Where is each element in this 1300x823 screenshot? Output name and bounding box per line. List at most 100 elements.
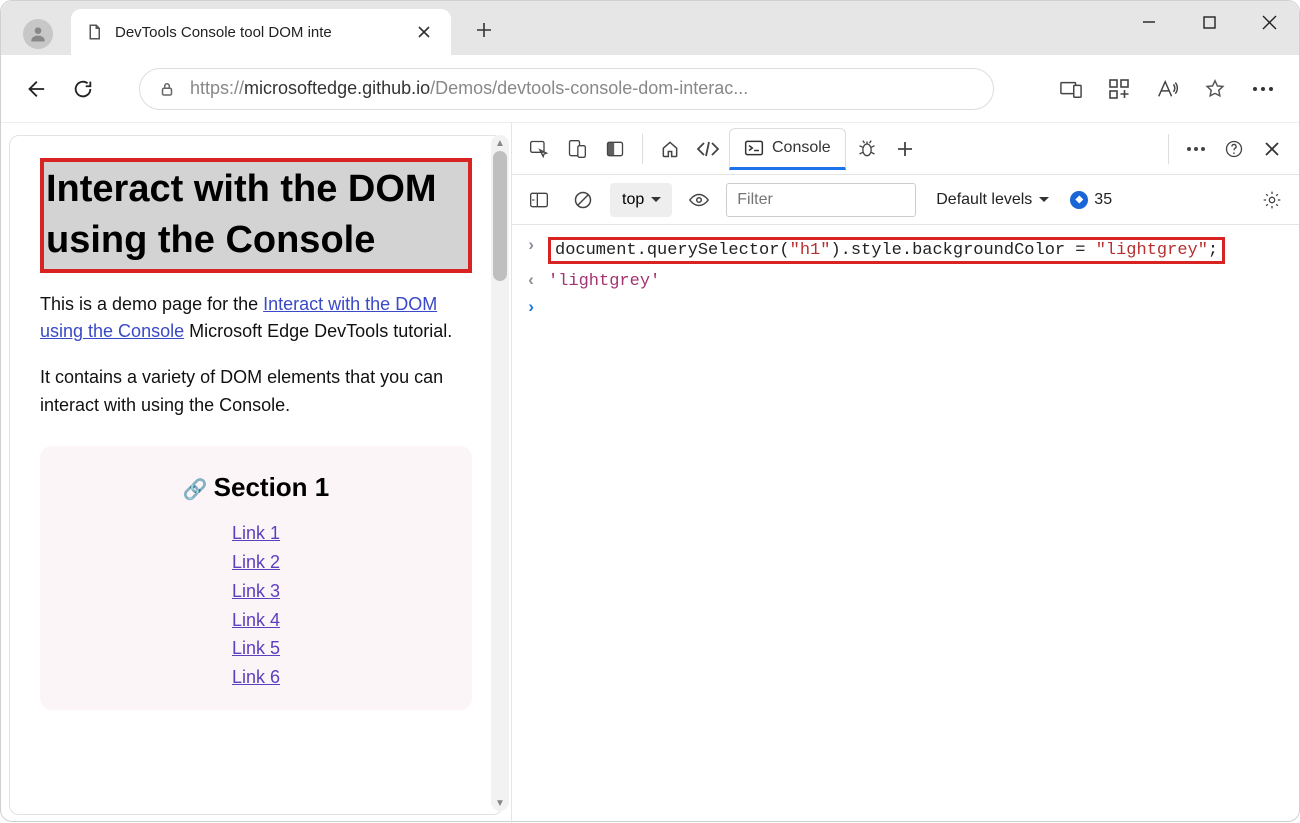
devtools-menu-button[interactable] (1179, 130, 1213, 168)
live-expression-button[interactable] (682, 181, 716, 219)
sidebar-icon (529, 191, 549, 209)
page-scrollbar[interactable]: ▲ ▼ (491, 135, 509, 811)
prompt-icon: › (526, 237, 540, 256)
refresh-icon (72, 78, 94, 100)
window-minimize-button[interactable] (1119, 1, 1179, 43)
tab-close-button[interactable] (411, 19, 437, 45)
tab-title: DevTools Console tool DOM inte (115, 24, 399, 41)
inspect-icon (529, 139, 549, 159)
star-icon (1204, 78, 1226, 100)
devices-icon (1060, 79, 1082, 99)
devices-button[interactable] (1049, 69, 1093, 109)
minimize-icon (1142, 15, 1156, 29)
url-field[interactable]: https://microsoftedge.github.io/Demos/de… (139, 68, 994, 110)
console-output[interactable]: › document.querySelector("h1").style.bac… (512, 225, 1299, 823)
browser-tab[interactable]: DevTools Console tool DOM inte (71, 9, 451, 55)
window-titlebar: DevTools Console tool DOM inte (1, 1, 1299, 55)
arrow-left-icon (24, 78, 46, 100)
section-link[interactable]: Link 4 (60, 606, 452, 635)
chevron-down-icon (650, 196, 662, 204)
devtools-close-button[interactable] (1255, 130, 1289, 168)
window-maximize-button[interactable] (1179, 1, 1239, 43)
read-aloud-button[interactable] (1145, 69, 1189, 109)
console-toolbar: top Default levels 35 (512, 175, 1299, 225)
console-result: 'lightgrey' (548, 272, 660, 291)
section-1: 🔗Section 1 Link 1 Link 2 Link 3 Link 4 L… (40, 446, 472, 710)
chevron-down-icon (1038, 196, 1050, 204)
section-title: 🔗Section 1 (60, 472, 452, 503)
home-icon (660, 139, 680, 159)
window-close-button[interactable] (1239, 1, 1299, 43)
console-prompt-row[interactable]: › (526, 295, 1285, 322)
address-bar: https://microsoftedge.github.io/Demos/de… (1, 55, 1299, 123)
plus-icon (476, 22, 492, 38)
console-tab-label: Console (772, 139, 831, 157)
dock-icon (605, 139, 625, 159)
scroll-down-icon: ▼ (491, 795, 509, 811)
collections-button[interactable] (1097, 69, 1141, 109)
device-icon (567, 139, 587, 159)
window-controls (1119, 1, 1299, 43)
clear-console-button[interactable] (566, 181, 600, 219)
issues-indicator[interactable]: 35 (1070, 191, 1112, 209)
section-link[interactable]: Link 3 (60, 577, 452, 606)
console-filter-input[interactable] (726, 183, 916, 217)
welcome-tab[interactable] (653, 130, 687, 168)
bug-icon (857, 139, 877, 159)
log-levels-selector[interactable]: Default levels (936, 191, 1050, 209)
close-icon (1264, 141, 1280, 157)
help-icon (1224, 139, 1244, 159)
more-tabs-button[interactable] (888, 130, 922, 168)
prompt-icon: › (526, 299, 540, 318)
devtools-tabbar: Console (512, 123, 1299, 175)
console-settings-button[interactable] (1255, 181, 1289, 219)
sources-tab[interactable] (850, 130, 884, 168)
demo-page: Interact with the DOM using the Console … (9, 135, 503, 815)
context-selector[interactable]: top (610, 183, 672, 217)
inspect-element-button[interactable] (522, 130, 556, 168)
new-tab-button[interactable] (469, 15, 499, 45)
devtools-panel: Console top Default levels (511, 123, 1299, 823)
section-link[interactable]: Link 6 (60, 663, 452, 692)
link-anchor-icon: 🔗 (183, 479, 208, 501)
toggle-sidebar-button[interactable] (522, 181, 556, 219)
maximize-icon (1203, 16, 1216, 29)
refresh-button[interactable] (63, 69, 103, 109)
scrollbar-thumb[interactable] (493, 151, 507, 281)
console-icon (744, 139, 764, 157)
section-link[interactable]: Link 1 (60, 519, 452, 548)
read-aloud-icon (1156, 79, 1178, 99)
page-heading: Interact with the DOM using the Console (40, 158, 472, 273)
grid-icon (1109, 79, 1129, 99)
console-input-row: › document.querySelector("h1").style.bac… (526, 233, 1285, 268)
console-tab[interactable]: Console (729, 128, 846, 170)
console-result-row: ‹ 'lightgrey' (526, 268, 1285, 295)
user-icon (28, 24, 48, 44)
section-link[interactable]: Link 2 (60, 548, 452, 577)
page-viewport: Interact with the DOM using the Console … (1, 123, 511, 823)
dock-side-button[interactable] (598, 130, 632, 168)
back-button[interactable] (15, 69, 55, 109)
issue-badge-icon (1070, 191, 1088, 209)
devtools-help-button[interactable] (1217, 130, 1251, 168)
ellipsis-icon (1252, 86, 1274, 92)
console-input-highlight: document.querySelector("h1").style.backg… (548, 237, 1225, 264)
scroll-up-icon: ▲ (491, 135, 509, 151)
profile-avatar[interactable] (23, 19, 53, 49)
elements-tab[interactable] (691, 130, 725, 168)
url-text: https://microsoftedge.github.io/Demos/de… (190, 78, 975, 99)
ellipsis-icon (1186, 146, 1206, 152)
eye-icon (688, 192, 710, 208)
section-link[interactable]: Link 5 (60, 634, 452, 663)
result-icon: ‹ (526, 272, 540, 291)
code-icon (696, 140, 720, 158)
lock-icon (158, 80, 176, 98)
gear-icon (1262, 190, 1282, 210)
issues-count: 35 (1094, 191, 1112, 209)
device-emulation-button[interactable] (560, 130, 594, 168)
close-icon (1262, 15, 1277, 30)
page-icon (85, 23, 103, 41)
clear-icon (573, 190, 593, 210)
favorite-button[interactable] (1193, 69, 1237, 109)
browser-menu-button[interactable] (1241, 69, 1285, 109)
